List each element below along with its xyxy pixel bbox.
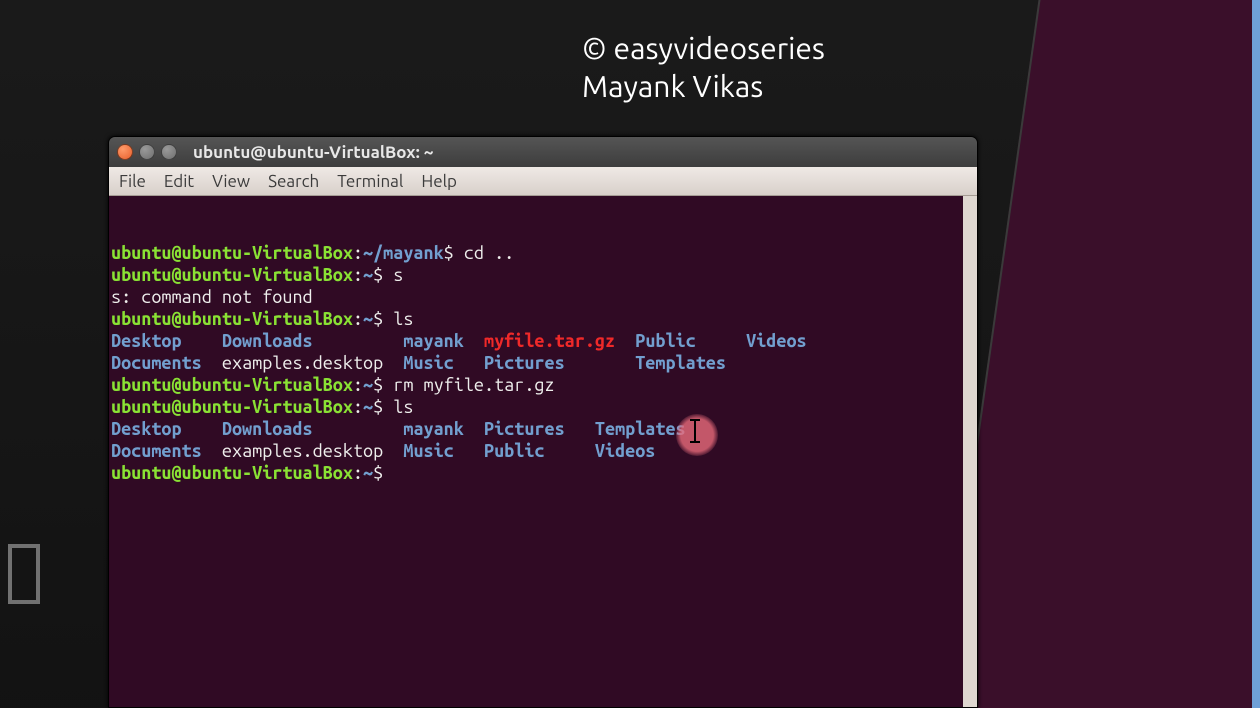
ls1-myfile: myfile.tar.gz <box>484 331 615 351</box>
ls1-documents: Documents <box>111 353 202 373</box>
window-minimize-button[interactable] <box>139 144 155 160</box>
ls1-templates: Templates <box>635 353 726 373</box>
ls1-examples: examples.desktop <box>222 353 383 373</box>
ls1-pictures: Pictures <box>484 353 565 373</box>
credit-text: © easyvideoseries Mayank Vikas <box>582 30 825 105</box>
window-title: ubuntu@ubuntu-VirtualBox: ~ <box>193 143 433 162</box>
menu-terminal[interactable]: Terminal <box>337 172 403 191</box>
menu-file[interactable]: File <box>119 172 146 191</box>
ls2-mayank: mayank <box>403 419 463 439</box>
menu-search[interactable]: Search <box>268 172 319 191</box>
menu-help[interactable]: Help <box>421 172 457 191</box>
ls1-videos: Videos <box>746 331 806 351</box>
ls2-pictures: Pictures <box>484 419 565 439</box>
menu-view[interactable]: View <box>212 172 250 191</box>
terminal-body[interactable]: ubuntu@ubuntu-VirtualBox:~/mayank$ cd ..… <box>109 196 977 708</box>
window-titlebar[interactable]: ubuntu@ubuntu-VirtualBox: ~ <box>109 137 977 167</box>
scrollbar[interactable] <box>963 196 977 708</box>
credit-line2: Mayank Vikas <box>582 68 825 106</box>
text-cursor-icon <box>694 419 696 443</box>
ls2-templates: Templates <box>595 419 686 439</box>
ls1-desktop: Desktop <box>111 331 182 351</box>
window-maximize-button[interactable] <box>161 144 177 160</box>
ls1-music: Music <box>403 353 453 373</box>
ls1-mayank: mayank <box>403 331 463 351</box>
menu-bar: File Edit View Search Terminal Help <box>109 167 977 196</box>
window-close-button[interactable] <box>117 144 133 160</box>
terminal-window: ubuntu@ubuntu-VirtualBox: ~ File Edit Vi… <box>108 136 978 708</box>
cmd-ls2: ls <box>393 397 413 417</box>
cmd-s: s <box>393 265 403 285</box>
ls2-music: Music <box>403 441 453 461</box>
cmd-ls1: ls <box>393 309 413 329</box>
ls2-public: Public <box>484 441 544 461</box>
desktop-stage:  © easyvideoseries Mayank Vikas ubuntu@… <box>0 0 1260 708</box>
apple-logo-icon:  <box>4 530 44 620</box>
ls1-public: Public <box>635 331 695 351</box>
err-s: s: command not found <box>111 287 313 307</box>
right-edge-strip <box>1252 0 1260 708</box>
ls2-documents: Documents <box>111 441 202 461</box>
menu-edit[interactable]: Edit <box>164 172 194 191</box>
ls2-desktop: Desktop <box>111 419 182 439</box>
ls2-videos: Videos <box>595 441 655 461</box>
cmd-rm: rm myfile.tar.gz <box>393 375 554 395</box>
credit-line1: © easyvideoseries <box>582 30 825 68</box>
ls2-examples: examples.desktop <box>222 441 383 461</box>
cmd-cd: cd .. <box>464 243 514 263</box>
ls2-downloads: Downloads <box>222 419 313 439</box>
ls1-downloads: Downloads <box>222 331 313 351</box>
terminal-output: ubuntu@ubuntu-VirtualBox:~/mayank$ cd ..… <box>109 240 977 484</box>
